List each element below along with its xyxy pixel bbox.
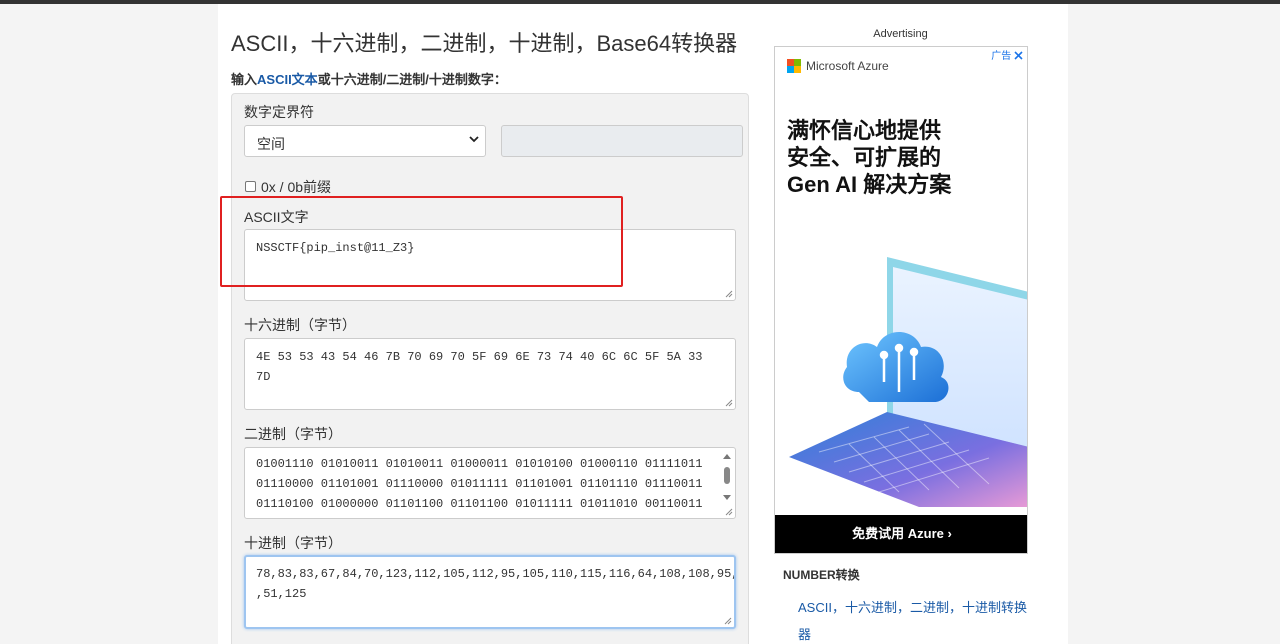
binary-line: 01001110 01010011 01010011 01000011 0101… [256,457,703,471]
highlight-box [220,196,623,287]
ad-tag-label: 广告 [991,51,1012,62]
ascii-text-link[interactable]: ASCII文本 [257,72,318,87]
ad-headline-line: 满怀信心地提供 [787,118,942,143]
ad-banner[interactable]: Microsoft Azure 广告 满怀信心地提供 安全、可扩展的 Gen A… [774,46,1028,554]
sidebar-heading: NUMBER转换 [783,568,860,582]
resize-handle-icon[interactable] [724,617,732,625]
delimiter-select-value: 空间 [257,136,285,152]
delimiter-select[interactable]: 空间 [244,125,486,157]
custom-delimiter-input[interactable] [501,125,743,157]
decimal-line: ,51,125 [256,587,307,601]
laptop-cloud-illustration [789,257,1027,507]
ad-brand-name: Microsoft Azure [806,59,889,73]
ad-headline: 满怀信心地提供 安全、可扩展的 Gen AI 解决方案 [787,117,1017,198]
hex-text-value: 4E 53 53 43 54 46 7B 70 69 70 5F 69 6E 7… [256,350,703,384]
subtitle-suffix: 或十六进制/二进制/十进制数字： [317,72,507,87]
advertising-label: Advertising [873,28,928,40]
page-subtitle: 输入ASCII文本或十六进制/二进制/十进制数字： [231,69,507,88]
hex-textarea[interactable]: 4E 53 53 43 54 46 7B 70 69 70 5F 69 6E 7… [244,338,736,410]
sidebar-link-ascii-converter[interactable]: ASCII，十六进制，二进制，十进制转换器 [798,594,1028,644]
binary-line: 01110100 01000000 01101100 01101100 0101… [256,497,703,511]
hex-label: 十六进制（字节） [244,317,356,333]
ad-choices[interactable]: 广告 [991,47,1023,62]
binary-label: 二进制（字节） [244,426,342,442]
prefix-checkbox[interactable] [245,181,256,192]
resize-handle-icon[interactable] [725,290,733,298]
chevron-down-icon [469,136,479,143]
prefix-checkbox-label: 0x / 0b前缀 [261,179,332,195]
decimal-label: 十进制（字节） [244,535,342,551]
page-title: ASCII，十六进制，二进制，十进制，Base64转换器 [231,31,738,56]
subtitle-prefix: 输入 [231,72,258,87]
decimal-textarea[interactable]: 78,83,83,67,84,70,123,112,105,112,95,105… [244,555,736,629]
binary-textarea[interactable]: 01001110 01010011 01010011 01000011 0101… [244,447,736,519]
vertical-scrollbar[interactable] [721,450,733,516]
ad-brand: Microsoft Azure [787,59,889,73]
microsoft-logo-icon [787,59,801,73]
ad-headline-line: 安全、可扩展的 [787,145,942,170]
resize-handle-icon[interactable] [725,399,733,407]
ad-headline-line: Gen AI 解决方案 [787,172,952,197]
close-icon[interactable] [1014,51,1023,60]
resize-handle-icon[interactable] [725,508,733,516]
binary-line: 01110000 01101001 01110000 01011111 0110… [256,477,703,491]
delimiter-label: 数字定界符 [244,104,314,120]
decimal-line: 78,83,83,67,84,70,123,112,105,112,95,105… [256,567,736,581]
ad-cta-button[interactable]: 免费试用 Azure › [775,515,1027,553]
